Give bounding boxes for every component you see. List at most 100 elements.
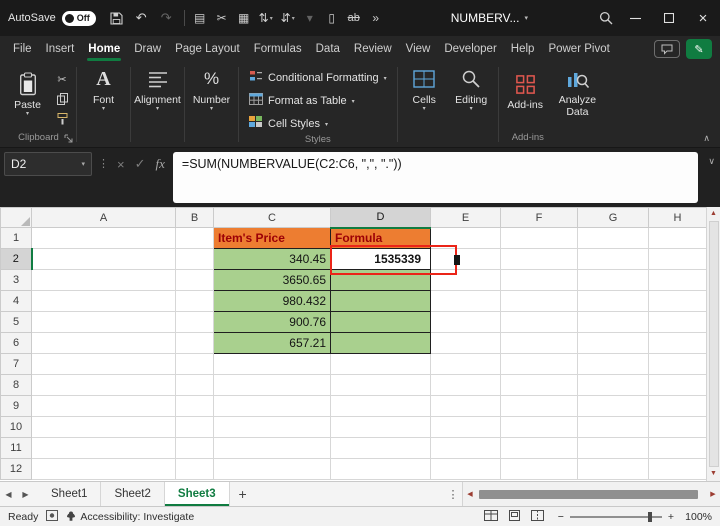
column-header-E[interactable]: E: [431, 208, 501, 228]
cell-F9[interactable]: [501, 396, 578, 417]
tab-file[interactable]: File: [6, 36, 39, 62]
tab-data[interactable]: Data: [309, 36, 347, 62]
cell-B6[interactable]: [176, 333, 214, 354]
row-header-6[interactable]: 6: [1, 333, 32, 354]
cell-E9[interactable]: [431, 396, 501, 417]
copy-button[interactable]: [53, 91, 71, 107]
tab-formulas[interactable]: Formulas: [247, 36, 309, 62]
accessibility-status[interactable]: Accessibility: Investigate: [66, 511, 194, 523]
expand-formula-bar-icon[interactable]: ∨: [708, 156, 715, 167]
cell-F2[interactable]: [501, 249, 578, 270]
cell-C11[interactable]: [214, 438, 331, 459]
cell-G4[interactable]: [578, 291, 649, 312]
cell-B9[interactable]: [176, 396, 214, 417]
dropdown-icon[interactable]: ▾: [300, 6, 320, 30]
redo-button[interactable]: ↷: [154, 5, 179, 31]
row-header-2[interactable]: 2: [1, 249, 32, 270]
select-all-button[interactable]: [1, 208, 32, 228]
cell-A11[interactable]: [32, 438, 176, 459]
row-header-7[interactable]: 7: [1, 354, 32, 375]
zoom-level[interactable]: 100%: [682, 511, 712, 523]
cell-D10[interactable]: [331, 417, 431, 438]
cell-B12[interactable]: [176, 459, 214, 480]
cell-E12[interactable]: [431, 459, 501, 480]
row-header-8[interactable]: 8: [1, 375, 32, 396]
zoom-track[interactable]: [570, 516, 662, 518]
cell-A9[interactable]: [32, 396, 176, 417]
cell-B2[interactable]: [176, 249, 214, 270]
row-header-1[interactable]: 1: [1, 228, 32, 249]
cell-A10[interactable]: [32, 417, 176, 438]
cell-H4[interactable]: [649, 291, 707, 312]
page-break-view-icon[interactable]: [531, 510, 544, 524]
next-sheet-icon[interactable]: ▶: [17, 482, 34, 506]
sheet-tab-sheet2[interactable]: Sheet2: [101, 482, 164, 506]
row-header-10[interactable]: 10: [1, 417, 32, 438]
font-button[interactable]: A Font▾: [80, 62, 127, 147]
camera-icon[interactable]: ▦: [234, 6, 254, 30]
row-header-9[interactable]: 9: [1, 396, 32, 417]
cut-icon[interactable]: ✂: [212, 6, 232, 30]
cell-A3[interactable]: [32, 270, 176, 291]
cell-E5[interactable]: [431, 312, 501, 333]
share-button[interactable]: ✎: [686, 39, 712, 59]
enter-button[interactable]: ✓: [135, 156, 146, 172]
cell-B7[interactable]: [176, 354, 214, 375]
paste-icon[interactable]: ▤: [190, 6, 210, 30]
cell-D1[interactable]: Formula: [331, 228, 431, 249]
cell-F5[interactable]: [501, 312, 578, 333]
cell-D7[interactable]: [331, 354, 431, 375]
column-header-H[interactable]: H: [649, 208, 707, 228]
previous-sheet-icon[interactable]: ◀: [0, 482, 17, 506]
cell-G2[interactable]: [578, 249, 649, 270]
scroll-right-icon[interactable]: ▶: [706, 490, 720, 498]
cell-F4[interactable]: [501, 291, 578, 312]
cell-H9[interactable]: [649, 396, 707, 417]
cell-C9[interactable]: [214, 396, 331, 417]
cell-E6[interactable]: [431, 333, 501, 354]
cell-C12[interactable]: [214, 459, 331, 480]
cell-A4[interactable]: [32, 291, 176, 312]
cell-F6[interactable]: [501, 333, 578, 354]
name-box[interactable]: D2▾: [4, 152, 92, 176]
tab-review[interactable]: Review: [347, 36, 399, 62]
clipboard-dialog-launcher-icon[interactable]: [64, 134, 73, 146]
column-header-B[interactable]: B: [176, 208, 214, 228]
cell-G7[interactable]: [578, 354, 649, 375]
cell-G8[interactable]: [578, 375, 649, 396]
cell-B3[interactable]: [176, 270, 214, 291]
cell-styles-button[interactable]: Cell Styles ▾: [246, 114, 331, 134]
horizontal-scroll-thumb[interactable]: [479, 490, 698, 499]
conditional-formatting-button[interactable]: Conditional Formatting ▾: [246, 68, 390, 88]
cell-F12[interactable]: [501, 459, 578, 480]
column-header-G[interactable]: G: [578, 208, 649, 228]
vertical-scrollbar[interactable]: ▲ ▼: [706, 207, 720, 481]
cells-button[interactable]: Cells▾: [401, 62, 448, 147]
cell-E8[interactable]: [431, 375, 501, 396]
zoom-out-button[interactable]: −: [558, 511, 564, 523]
cell-H8[interactable]: [649, 375, 707, 396]
cell-D12[interactable]: [331, 459, 431, 480]
cell-D6[interactable]: [331, 333, 431, 354]
cell-D9[interactable]: [331, 396, 431, 417]
drag-handle-icon[interactable]: ⋮: [98, 157, 109, 170]
sort-descending-icon[interactable]: ⇵▾: [278, 6, 298, 30]
vertical-scroll-thumb[interactable]: [709, 221, 719, 467]
cell-F1[interactable]: [501, 228, 578, 249]
cell-H2[interactable]: [649, 249, 707, 270]
cell-H10[interactable]: [649, 417, 707, 438]
cell-A8[interactable]: [32, 375, 176, 396]
format-painter-button[interactable]: [53, 111, 71, 127]
tab-draw[interactable]: Draw: [127, 36, 168, 62]
cell-H1[interactable]: [649, 228, 707, 249]
cell-D8[interactable]: [331, 375, 431, 396]
cell-H11[interactable]: [649, 438, 707, 459]
row-header-5[interactable]: 5: [1, 312, 32, 333]
cell-H12[interactable]: [649, 459, 707, 480]
cell-A1[interactable]: [32, 228, 176, 249]
sheet-tab-sheet1[interactable]: Sheet1: [38, 482, 101, 506]
document-title[interactable]: NUMBERV...▾: [451, 11, 528, 25]
horizontal-scroll-track[interactable]: [477, 489, 706, 500]
cell-B10[interactable]: [176, 417, 214, 438]
cell-H6[interactable]: [649, 333, 707, 354]
